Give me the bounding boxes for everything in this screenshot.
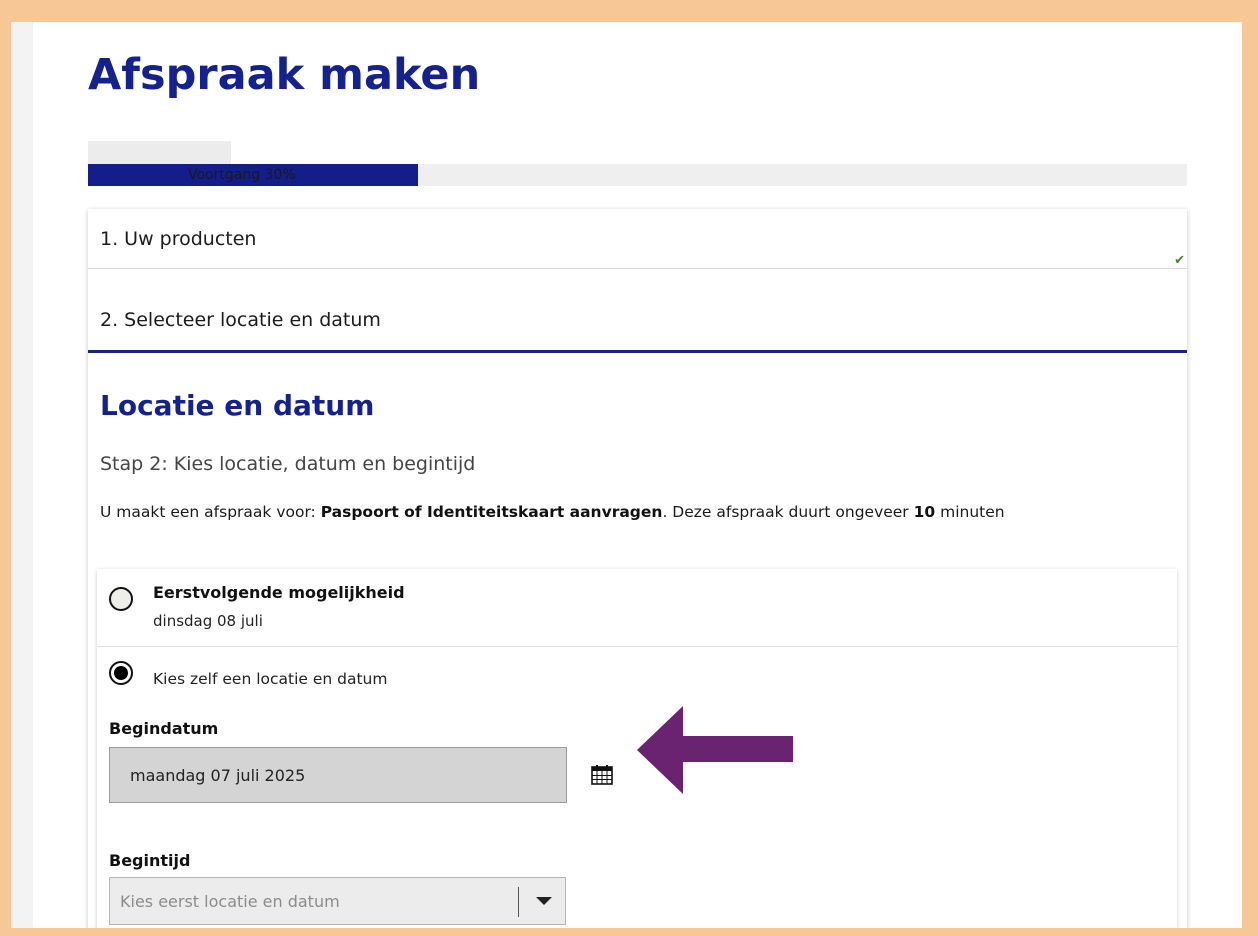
step-label: 2. Selecteer locatie en datum [100, 308, 381, 331]
product-name: Paspoort of Identiteitskaart aanvragen [320, 503, 663, 521]
step-locatie-datum[interactable]: 2. Selecteer locatie en datum [88, 289, 1187, 353]
calendar-icon[interactable] [591, 765, 613, 785]
appointment-info: U maakt een afspraak voor: Paspoort of I… [100, 503, 1005, 521]
option-first-available[interactable]: Eerstvolgende mogelijkheid dinsdag 08 ju… [97, 569, 1177, 647]
chevron-down-icon[interactable] [536, 897, 552, 905]
option-title: Eerstvolgende mogelijkheid [153, 583, 405, 602]
begindatum-input[interactable]: maandag 07 juli 2025 [109, 747, 567, 803]
info-prefix: U maakt een afspraak voor: [100, 503, 321, 521]
info-mid: . Deze afspraak duurt ongeveer [662, 503, 914, 521]
duration-value: 10 [913, 503, 936, 521]
radio-first-available[interactable] [109, 587, 133, 611]
annotation-arrow-icon [637, 706, 793, 794]
select-placeholder: Kies eerst locatie en datum [120, 891, 340, 911]
progress-tab [88, 141, 231, 164]
left-edge [11, 22, 33, 928]
page-title: Afspraak maken [88, 50, 481, 100]
check-icon: ✔ [1174, 253, 1185, 268]
info-suffix: minuten [935, 503, 1005, 521]
begindatum-label: Begindatum [109, 719, 219, 738]
radio-choose-own[interactable] [109, 661, 133, 685]
progress-bar: Voortgang 30% [88, 164, 1187, 186]
date-value: maandag 07 juli 2025 [130, 765, 306, 785]
option-choose-own-label: Kies zelf een locatie en datum [153, 670, 388, 688]
page-frame: Afspraak maken Voortgang 30% 1. Uw produ… [11, 22, 1242, 928]
step-uw-producten[interactable]: 1. Uw producten ✔ [88, 209, 1187, 269]
step-text: Stap 2: Kies locatie, datum en begintijd [100, 453, 476, 475]
progress-label: Voortgang 30% [188, 167, 296, 183]
option-subtitle: dinsdag 08 juli [153, 612, 263, 630]
begintijd-label: Begintijd [109, 851, 191, 870]
steps-accordion: 1. Uw producten ✔ 2. Selecteer locatie e… [88, 209, 1187, 928]
begintijd-select[interactable]: Kies eerst locatie en datum [109, 877, 566, 925]
select-divider [518, 887, 519, 917]
section-title: Locatie en datum [100, 389, 375, 422]
step-label: 1. Uw producten [100, 227, 257, 250]
